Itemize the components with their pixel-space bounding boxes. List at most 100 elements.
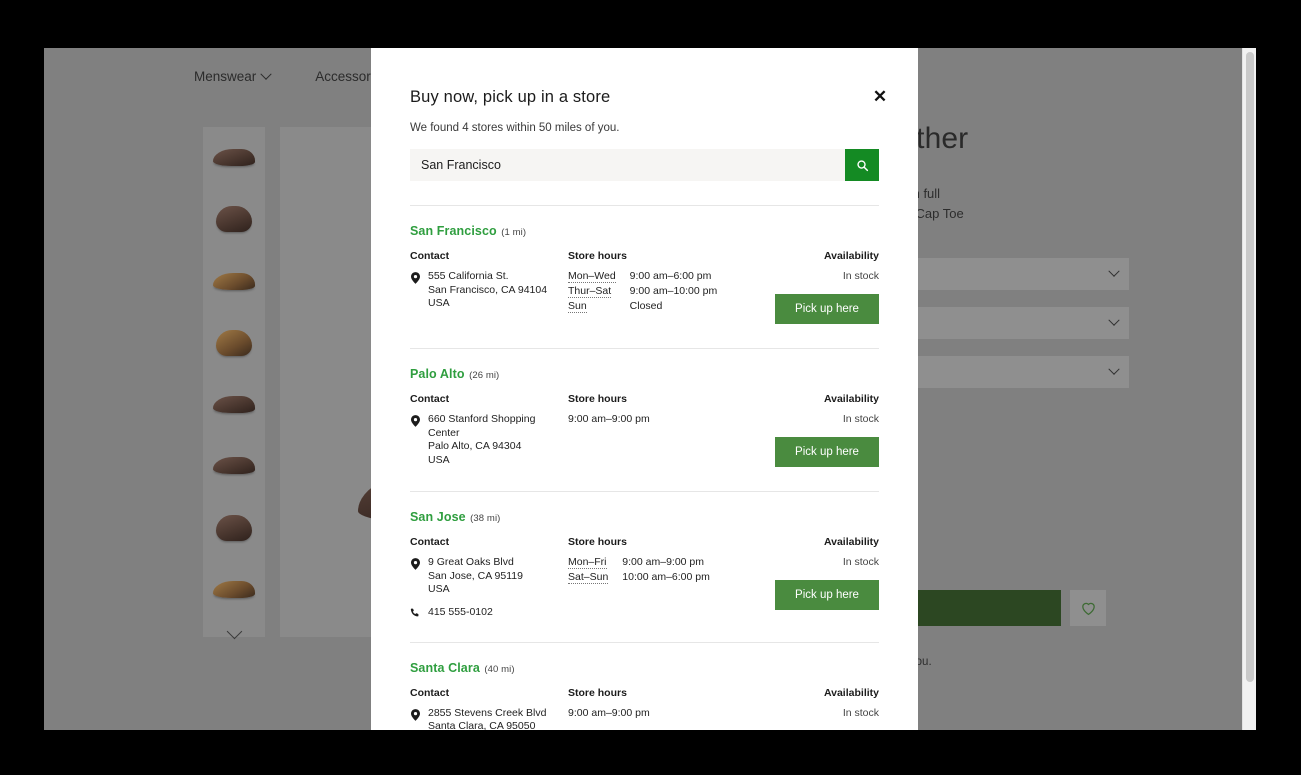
store-phone[interactable]: 415 555-0102 [410, 606, 568, 618]
search-input[interactable] [410, 149, 845, 181]
shoe-image [216, 330, 252, 356]
contact-column: Contact 660 Stanford Shopping Center Pal… [410, 393, 568, 467]
column-header-availability: Availability [761, 536, 879, 548]
availability-column: Availability In stock Pick up here [761, 393, 879, 467]
hours-column: Store hours Mon–Wed 9:00 am–6:00 pm Thur… [568, 250, 761, 324]
address-text: 555 California St. San Francisco, CA 941… [428, 270, 547, 311]
shoe-image [213, 396, 255, 413]
modal-title: Buy now, pick up in a store [410, 48, 879, 107]
hours-day: Sun [568, 300, 587, 313]
pickup-store-modal: ✕ Buy now, pick up in a store We found 4… [371, 48, 918, 730]
thumbnail-5[interactable] [203, 374, 265, 436]
scrollbar-thumb[interactable] [1246, 52, 1254, 682]
hours-day: Mon–Wed [568, 270, 616, 283]
store-distance: (26 mi) [469, 370, 499, 381]
stock-status: In stock [761, 556, 879, 568]
column-header-availability: Availability [761, 687, 879, 699]
nav-item-menswear[interactable]: Menswear [194, 69, 270, 84]
chevron-down-icon [1108, 315, 1119, 326]
phone-icon [410, 606, 420, 618]
availability-column: Availability In stock Pick up here [761, 250, 879, 324]
product-thumbnail-rail[interactable] [203, 127, 265, 637]
column-header-hours: Store hours [568, 687, 761, 699]
store-entry: San Jose (38 mi) Contact 9 Great Oaks Bl… [410, 492, 879, 618]
map-pin-icon [410, 413, 420, 467]
hours-time: 9:00 am–9:00 pm [622, 556, 761, 569]
thumbnail-4[interactable] [203, 312, 265, 374]
thumbnail-6[interactable] [203, 435, 265, 497]
thumbnail-3[interactable] [203, 250, 265, 312]
device-bezel: Menswear Accessories [0, 0, 1301, 775]
shoe-image [216, 515, 252, 541]
thumbnail-1[interactable] [203, 127, 265, 189]
address-line: Palo Alto, CA 94304 [428, 440, 535, 454]
hours-time: 10:00 am–6:00 pm [622, 571, 761, 584]
hours-day: Sat–Sun [568, 571, 608, 584]
hours-time: 9:00 am–9:00 pm [568, 413, 761, 425]
shoe-image [216, 206, 252, 232]
store-heading: San Francisco (1 mi) [410, 222, 879, 240]
address-line: USA [428, 454, 535, 468]
hours-time: 9:00 am–6:00 pm [630, 270, 761, 283]
store-name: Santa Clara [410, 661, 480, 675]
hours-column: Store hours Mon–Fri 9:00 am–9:00 pm Sat–… [568, 536, 761, 618]
store-hours: Mon–Wed 9:00 am–6:00 pm Thur–Sat 9:00 am… [568, 270, 761, 313]
store-distance: (40 mi) [484, 664, 514, 675]
store-name: San Francisco [410, 224, 497, 238]
availability-column: Availability In stock Pick up here [761, 536, 879, 618]
stock-status: In stock [761, 270, 879, 282]
store-search-row [410, 149, 879, 181]
hours-column: Store hours 9:00 am–9:00 pm [568, 687, 761, 731]
address-line: 660 Stanford Shopping [428, 413, 535, 427]
search-icon [856, 159, 869, 172]
thumbnail-7[interactable] [203, 497, 265, 559]
stock-status: In stock [761, 707, 879, 719]
search-button[interactable] [845, 149, 879, 181]
availability-column: Availability In stock Pick up here [761, 687, 879, 731]
pick-up-here-button[interactable]: Pick up here [775, 294, 879, 324]
hours-time: 9:00 am–10:00 pm [630, 285, 761, 298]
address-line: USA [428, 583, 523, 597]
store-name: Palo Alto [410, 367, 465, 381]
column-header-hours: Store hours [568, 250, 761, 262]
shoe-image [213, 581, 255, 598]
store-entry: Santa Clara (40 mi) Contact 2855 Stevens… [410, 643, 879, 731]
store-address: 555 California St. San Francisco, CA 941… [410, 270, 568, 311]
contact-column: Contact 555 California St. San Francisco… [410, 250, 568, 324]
thumbnail-8[interactable] [203, 558, 265, 620]
nav-item-label: Menswear [194, 69, 256, 84]
store-heading: Palo Alto (26 mi) [410, 365, 879, 383]
store-distance: (1 mi) [501, 227, 526, 238]
store-name: San Jose [410, 510, 466, 524]
column-header-hours: Store hours [568, 536, 761, 548]
address-text: 2855 Stevens Creek Blvd Santa Clara, CA … [428, 707, 546, 731]
store-distance: (38 mi) [470, 513, 500, 524]
close-icon[interactable]: ✕ [868, 84, 892, 108]
hours-day: Thur–Sat [568, 285, 611, 298]
pick-up-here-button[interactable]: Pick up here [775, 437, 879, 467]
address-line: USA [428, 297, 547, 311]
address-text: 660 Stanford Shopping Center Palo Alto, … [428, 413, 535, 467]
address-text: 9 Great Oaks Blvd San Jose, CA 95119 USA [428, 556, 523, 597]
contact-column: Contact 9 Great Oaks Blvd San Jose, CA 9… [410, 536, 568, 618]
map-pin-icon [410, 707, 420, 731]
chevron-down-icon[interactable] [226, 624, 242, 640]
map-pin-icon [410, 270, 420, 311]
address-line: 9 Great Oaks Blvd [428, 556, 523, 570]
column-header-availability: Availability [761, 393, 879, 405]
thumbnail-2[interactable] [203, 189, 265, 251]
address-line: 2855 Stevens Creek Blvd [428, 707, 546, 721]
map-pin-icon [410, 556, 420, 597]
modal-subtitle: We found 4 stores within 50 miles of you… [410, 122, 879, 134]
page-scrollbar[interactable] [1242, 48, 1256, 730]
column-header-availability: Availability [761, 250, 879, 262]
hours-day: Mon–Fri [568, 556, 607, 569]
address-line: San Francisco, CA 94104 [428, 284, 547, 298]
pick-up-here-button[interactable]: Pick up here [775, 580, 879, 610]
address-line: Center [428, 427, 535, 441]
address-line: Santa Clara, CA 95050 [428, 720, 546, 730]
heart-icon [1080, 600, 1097, 616]
store-heading: San Jose (38 mi) [410, 508, 879, 526]
wishlist-button[interactable] [1070, 590, 1106, 626]
shoe-image [213, 149, 255, 166]
